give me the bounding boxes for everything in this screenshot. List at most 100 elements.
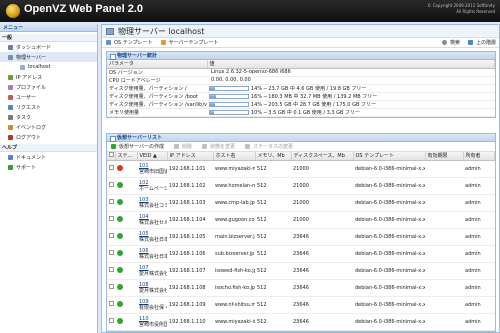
servers-col-header[interactable]: IP アドレス xyxy=(167,152,214,161)
servers-col-header[interactable]: OS テンプレート xyxy=(353,152,426,161)
sidebar-item[interactable]: イベントログ xyxy=(0,122,97,132)
row-checkbox[interactable] xyxy=(109,182,114,187)
sidebar-item[interactable]: リクエスト xyxy=(0,102,97,112)
server-row[interactable]: 102ホームページ作成会社192.168.1.102www.homelan-m.… xyxy=(107,177,495,195)
status-cell xyxy=(115,262,137,280)
servers-col-header[interactable]: ホスト名 xyxy=(213,152,256,161)
sidebar-item[interactable]: タスク xyxy=(0,112,97,122)
veid-link[interactable]: 109 xyxy=(139,299,149,305)
veid-link[interactable]: 105 xyxy=(139,231,149,237)
server-os-cell: debian-6.0-i386-minimal-x.xml xyxy=(353,245,425,263)
sidebar-item-label: localhost xyxy=(28,64,51,70)
stats-value-text: 0.00, 0.00, 0.00 xyxy=(211,76,251,83)
veid-link[interactable]: 106 xyxy=(139,248,149,254)
servers-col-header[interactable]: ステ... xyxy=(115,152,138,161)
select-all-checkbox[interactable] xyxy=(109,152,114,158)
row-checkbox[interactable] xyxy=(109,165,114,170)
veid-link[interactable]: 103 xyxy=(139,197,149,203)
sidebar-item[interactable]: ドキュメント xyxy=(0,152,97,162)
sidebar-item[interactable]: ダッシュボード xyxy=(0,42,97,52)
server-row[interactable]: 101宮崎市旧国道事務所192.168.1.101www.miyazaki-m.… xyxy=(107,160,495,178)
server-row[interactable]: 107 愛月株式会社 192.168.1.107 isowed-fish-ko.jp 5… xyxy=(107,262,495,280)
row-checkbox[interactable] xyxy=(109,250,114,255)
add-icon xyxy=(111,144,116,149)
servers-col-header[interactable]: VEID ▲ xyxy=(137,152,168,161)
server-description: ホームページ作成会社 xyxy=(139,185,167,192)
bulk-status-button[interactable]: ステータスの変更 xyxy=(244,143,293,150)
server-template-button[interactable]: サーバーテンプレート xyxy=(160,39,219,46)
sidebar-group-header[interactable]: 一般 xyxy=(0,34,97,42)
server-row[interactable]: 103株式会社コミュニケーション・プラス192.168.1.103www.cmp… xyxy=(107,194,495,212)
sidebar-item-label: ドキュメント xyxy=(16,154,47,161)
row-select-cell[interactable] xyxy=(107,296,115,314)
stats-col-value[interactable]: 値 xyxy=(207,60,495,69)
bulk-status-label: ステータスの変更 xyxy=(252,144,293,150)
servers-col-header[interactable]: 所有者 xyxy=(463,152,495,161)
veid-link[interactable]: 101 xyxy=(139,163,149,169)
select-all-column[interactable] xyxy=(107,152,116,161)
running-status-icon xyxy=(117,283,123,290)
server-description: 株式会社日本情報マート xyxy=(139,236,167,243)
row-select-cell[interactable] xyxy=(107,245,115,263)
veid-link[interactable]: 110 xyxy=(139,316,149,322)
veid-link[interactable]: 108 xyxy=(139,282,149,288)
server-row[interactable]: 109有限会社保・地域振興施設192.168.1.109www.nf-shits… xyxy=(107,296,495,314)
server-description: 株式会社コミュニケーション・プラス xyxy=(139,202,167,209)
row-checkbox[interactable] xyxy=(109,284,114,289)
row-select-cell[interactable] xyxy=(107,194,115,212)
usage-progress-bar xyxy=(209,101,249,107)
sidebar-item[interactable]: ユーザー xyxy=(0,92,97,102)
running-status-icon xyxy=(117,215,123,222)
sidebar-item[interactable]: IP アドレス xyxy=(0,72,97,82)
server-row[interactable]: 108 愛月株式会社 192.168.1.108 isocho.fish-ko.jp 5… xyxy=(107,279,495,297)
row-checkbox[interactable] xyxy=(109,267,114,272)
stats-col-param[interactable]: パラメータ xyxy=(107,60,208,69)
row-select-cell[interactable] xyxy=(107,177,115,195)
sidebar-item[interactable]: プロファイル xyxy=(0,82,97,92)
veid-link[interactable]: 104 xyxy=(139,214,149,220)
servers-col-header[interactable]: メモリ、Mb xyxy=(255,152,292,161)
server-ip-cell: 192.168.1.110 xyxy=(167,313,213,331)
row-checkbox[interactable] xyxy=(109,301,114,306)
veid-link[interactable]: 107 xyxy=(139,265,149,271)
status-cell xyxy=(115,296,137,314)
row-select-cell[interactable] xyxy=(107,279,115,297)
row-select-cell[interactable] xyxy=(107,228,115,246)
row-checkbox[interactable] xyxy=(109,216,114,221)
stats-value-cell: 14% ─ 203.5 GB 中 28.7 GB 使用 / 175.0 GB フ… xyxy=(207,100,495,109)
row-select-cell[interactable] xyxy=(107,313,115,331)
server-owner-cell: admin xyxy=(463,160,495,178)
os-template-button[interactable]: OS テンプレート xyxy=(106,39,153,46)
server-template-label: サーバーテンプレート xyxy=(168,40,219,46)
sidebar-item[interactable]: localhost xyxy=(0,62,97,72)
server-row[interactable]: 106株式会社日本情報マート192.168.1.106sub.bizserver… xyxy=(107,245,495,263)
sidebar-item[interactable]: 物理サーバー xyxy=(0,52,97,62)
row-checkbox[interactable] xyxy=(109,199,114,204)
row-select-cell[interactable] xyxy=(107,211,115,229)
delete-button[interactable]: 削除 xyxy=(173,143,192,150)
row-checkbox[interactable] xyxy=(109,318,114,323)
veid-link[interactable]: 102 xyxy=(139,180,149,186)
change-state-button[interactable]: 状態を変更 xyxy=(201,143,235,150)
search-button[interactable]: 検索 xyxy=(441,39,460,46)
servers-panel-header[interactable]: 仮想サーバーリスト xyxy=(107,134,495,142)
server-os-cell: debian-6.0-i386-minimal-x.xml xyxy=(353,177,425,195)
stats-row: メモリ使用量 10% ─ 3.5 GB 中 0.1 GB 使用 / 3.3 GB … xyxy=(107,108,495,117)
server-row[interactable]: 110宮崎市役所国際協会192.168.1.110www.miyazaki-in… xyxy=(107,313,495,331)
server-row[interactable]: 105株式会社日本情報マート192.168.1.105main.bizserve… xyxy=(107,228,495,246)
row-select-cell[interactable] xyxy=(107,262,115,280)
server-disk-cell: 23646 xyxy=(291,279,353,297)
sidebar-item[interactable]: サポート xyxy=(0,162,97,172)
up-level-button[interactable]: 上の階層 xyxy=(467,39,496,46)
create-server-button[interactable]: 仮想サーバーの作成 xyxy=(111,143,164,150)
server-row[interactable]: 104株式会社セルート192.168.1.104www.gugoon.com51… xyxy=(107,211,495,229)
stats-value-text: Linux 2.6.32-5-openvz-686 i686 xyxy=(211,68,291,75)
sidebar-item[interactable]: ログアウト xyxy=(0,132,97,142)
row-checkbox[interactable] xyxy=(109,233,114,238)
server-os-cell: debian-6.0-i386-minimal-x.xml xyxy=(353,228,425,246)
servers-col-header[interactable]: 有効期限 xyxy=(425,152,464,161)
servers-col-header[interactable]: ディスクスペース、Mb xyxy=(291,152,354,161)
row-select-cell[interactable] xyxy=(107,160,115,178)
stats-panel-header[interactable]: 物理サーバー統計 xyxy=(107,52,495,60)
sidebar-group-header[interactable]: ヘルプ xyxy=(0,144,97,152)
